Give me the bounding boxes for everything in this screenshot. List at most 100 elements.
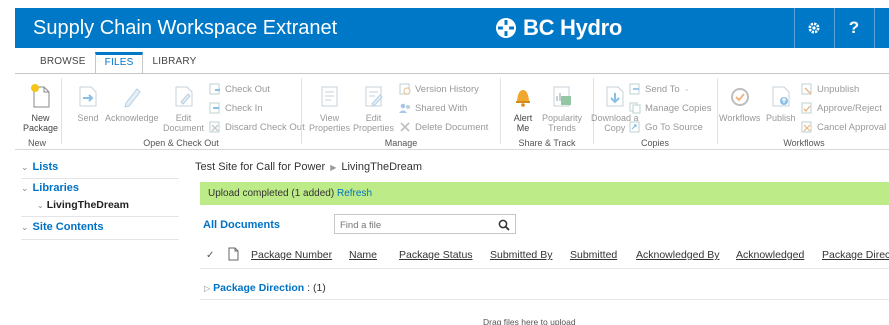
divider (500, 78, 501, 144)
upload-status-text: Upload completed (1 added) (208, 188, 335, 199)
people-icon (399, 102, 411, 114)
search-input[interactable] (335, 216, 485, 235)
edit-properties-icon (361, 82, 387, 110)
column-header-package-direction[interactable]: Package Direct (822, 249, 889, 261)
group-label-workflows: Workflows (783, 138, 825, 148)
breadcrumb-page: LivingTheDream (341, 161, 423, 173)
nav-item-lists[interactable]: ⌄ Lists (21, 161, 58, 173)
download-copy-label-2: Copy (604, 123, 626, 133)
suite-bar: Supply Chain Workspace Extranet BC Hydro… (15, 8, 889, 48)
view-properties-label-2: Properties (309, 123, 351, 133)
discard-check-out-button[interactable]: Discard Check Out (209, 121, 305, 133)
tab-library[interactable]: LIBRARY (143, 52, 205, 74)
approve-reject-button[interactable]: Approve/Reject (801, 102, 882, 114)
send-to-button[interactable]: Send To ⌄ (629, 83, 690, 95)
help-button[interactable]: ? (834, 8, 874, 48)
unpublish-icon (801, 83, 813, 95)
copies-icon (629, 102, 641, 114)
new-package-label: New (31, 113, 50, 123)
view-properties-label: View (319, 113, 340, 123)
divider (301, 78, 302, 144)
delete-icon (399, 121, 411, 133)
popularity-trends-label-2: Trends (548, 123, 576, 133)
bell-icon (510, 82, 536, 110)
check-in-label: Check In (225, 102, 263, 114)
send-icon (75, 82, 101, 110)
site-title[interactable]: Supply Chain Workspace Extranet (33, 17, 337, 40)
ribbon-group-open-check-out: Send Acknowledge Edit Document Check Out… (63, 74, 305, 150)
group-row-package-direction[interactable]: ▷ Package Direction : (1) (204, 282, 326, 294)
select-all-checkmark[interactable]: ✓ (206, 250, 214, 261)
chevron-down-icon: ⌄ (683, 86, 690, 93)
tab-browse[interactable]: BROWSE (31, 52, 95, 74)
view-properties-icon (317, 82, 343, 110)
divider (21, 178, 179, 179)
ribbon-group-copies: Download a Copy Send To ⌄ Manage Copies … (591, 74, 715, 150)
ribbon-group-workflows: Workflows Publish Unpublish Approve/Reje… (719, 74, 889, 150)
version-history-button[interactable]: Version History (399, 83, 479, 95)
cancel-approval-icon (801, 121, 813, 133)
column-header-submitted-by[interactable]: Submitted By (490, 249, 552, 261)
edit-document-icon (171, 82, 197, 110)
edit-properties-button[interactable]: Edit Properties (353, 82, 394, 133)
drag-drop-hint: Drag files here to upload (483, 317, 576, 325)
manage-copies-button[interactable]: Manage Copies (629, 102, 712, 114)
brand-name: BC Hydro (523, 15, 623, 40)
group-label-open-check-out: Open & Check Out (143, 138, 219, 148)
manage-copies-label: Manage Copies (645, 102, 712, 114)
cancel-approval-button[interactable]: Cancel Approval (801, 121, 886, 133)
download-icon (602, 82, 628, 110)
column-header-package-status[interactable]: Package Status (399, 249, 473, 261)
tab-files[interactable]: FILES (94, 52, 144, 74)
send-button[interactable]: Send (75, 82, 101, 123)
column-header-acknowledged-by[interactable]: Acknowledged By (636, 249, 719, 261)
publish-label: Publish (766, 113, 796, 123)
popularity-trends-button[interactable]: Popularity Trends (542, 82, 582, 133)
divider (200, 268, 889, 269)
view-selector[interactable]: All Documents (203, 219, 280, 231)
check-in-icon (209, 102, 221, 114)
breadcrumb-site[interactable]: Test Site for Call for Power (195, 161, 325, 173)
nav-item-site-contents[interactable]: ⌄ Site Contents (21, 221, 103, 233)
refresh-link[interactable]: Refresh (337, 188, 372, 199)
send-to-icon (629, 83, 641, 95)
group-name: Package Direction (213, 282, 305, 294)
group-label-new: New (27, 138, 46, 148)
group-label-copies: Copies (640, 138, 669, 148)
acknowledge-button[interactable]: Acknowledge (105, 82, 159, 123)
chevron-down-icon: ⌄ (37, 201, 44, 210)
publish-button[interactable]: Publish (766, 82, 796, 123)
cancel-approval-label: Cancel Approval (817, 121, 887, 133)
go-to-source-button[interactable]: Go To Source (629, 121, 703, 133)
alert-me-label: Alert (513, 113, 533, 123)
delete-document-button[interactable]: Delete Document (399, 121, 488, 133)
shared-with-button[interactable]: Shared With (399, 102, 467, 114)
approve-reject-label: Approve/Reject (817, 102, 882, 114)
check-out-label: Check Out (225, 83, 270, 95)
check-in-button[interactable]: Check In (209, 102, 263, 114)
column-header-package-number[interactable]: Package Number (251, 249, 332, 261)
edit-document-button[interactable]: Edit Document (163, 82, 204, 133)
ribbon: New Package New Send Acknowledge Edit Do… (15, 74, 889, 150)
column-header-submitted[interactable]: Submitted (570, 249, 617, 261)
settings-button[interactable] (794, 8, 834, 48)
column-header-name[interactable]: Name (349, 249, 377, 261)
document-type-icon (228, 247, 239, 266)
workflows-button[interactable]: Workflows (719, 82, 760, 123)
new-package-button[interactable]: New Package (23, 82, 58, 133)
search-icon[interactable] (498, 218, 510, 236)
unpublish-button[interactable]: Unpublish (801, 83, 859, 95)
discard-check-out-label: Discard Check Out (225, 121, 305, 133)
workflow-icon (727, 82, 753, 110)
check-out-icon (209, 83, 221, 95)
alert-me-button[interactable]: Alert Me (510, 82, 536, 133)
column-header-acknowledged[interactable]: Acknowledged (736, 249, 804, 261)
group-label-manage: Manage (384, 138, 418, 148)
new-document-icon (28, 82, 54, 110)
view-properties-button[interactable]: View Properties (309, 82, 350, 133)
nav-item-libraries[interactable]: ⌄ Libraries (21, 182, 79, 194)
breadcrumb: Test Site for Call for Power ▶ LivingTheDr… (195, 161, 422, 173)
nav-item-living-the-dream[interactable]: ⌄ LivingTheDream (37, 199, 129, 211)
check-out-button[interactable]: Check Out (209, 83, 270, 95)
divider (61, 78, 62, 144)
